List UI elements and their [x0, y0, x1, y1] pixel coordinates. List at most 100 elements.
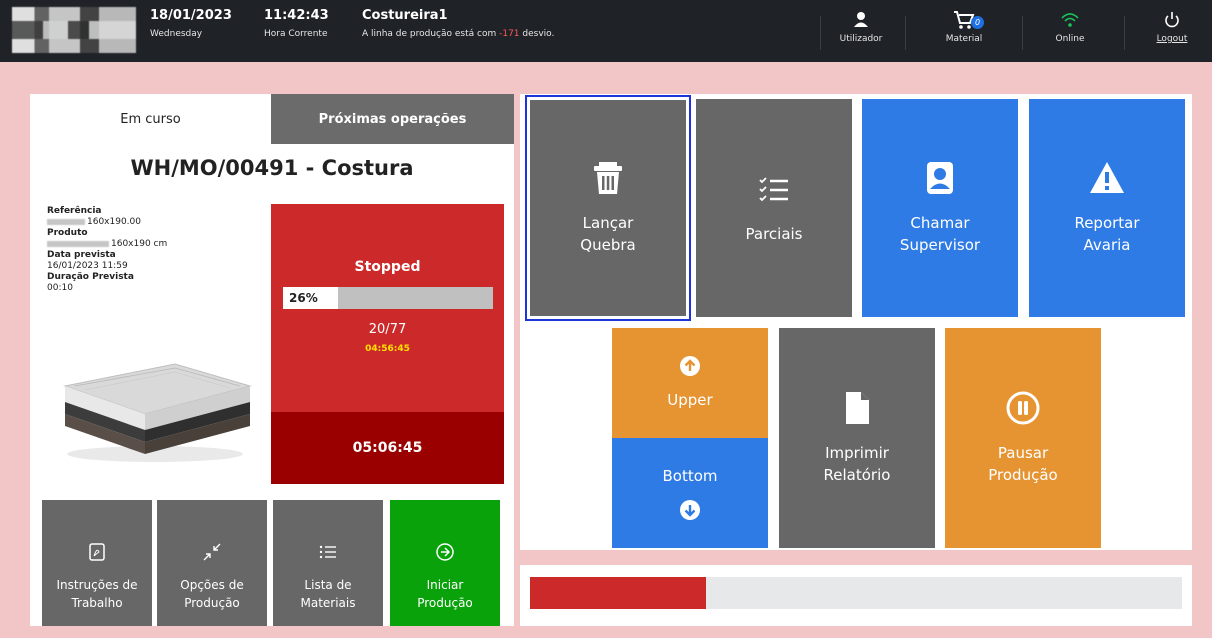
duracao-prevista-value: 00:10: [47, 283, 73, 293]
button-label-line1: Instruções de: [56, 578, 138, 592]
quantity-counter: 20/77: [368, 322, 407, 337]
referencia-label: Referência: [47, 206, 102, 216]
chamar-supervisor-button[interactable]: Chamar Supervisor: [862, 99, 1018, 317]
time-label: Hora Corrente: [264, 29, 328, 39]
elapsed-time: 04:56:45: [365, 344, 410, 354]
button-label-line1: Lançar: [582, 214, 634, 232]
message-prefix: A linha de produção está com: [362, 29, 500, 39]
logout-label: Logout: [1156, 34, 1188, 44]
arrow-down-circle-icon: [680, 500, 700, 520]
button-label-line1: Pausar: [997, 444, 1049, 462]
progress-bar: 26%: [283, 287, 493, 309]
iniciar-producao-button[interactable]: Iniciar Produção: [390, 500, 500, 626]
data-prevista-value: 16/01/2023 11:59: [47, 261, 128, 271]
produto-value: 160x190 cm: [111, 239, 168, 249]
parciais-button[interactable]: Parciais: [696, 99, 852, 317]
pausar-producao-button[interactable]: Pausar Produção: [945, 328, 1101, 548]
user-button[interactable]: Utilizador: [833, 10, 889, 44]
current-time: 11:42:43: [264, 8, 329, 23]
button-label-line2: Quebra: [580, 236, 636, 254]
time-block: 11:42:43 Hora Corrente: [264, 8, 329, 39]
warning-icon: [1090, 162, 1124, 193]
material-label: Material: [945, 34, 983, 44]
duracao-prevista-label: Duração Prevista: [47, 272, 134, 282]
reportar-avaria-button[interactable]: Reportar Avaria: [1029, 99, 1185, 317]
data-prevista-label: Data prevista: [47, 250, 116, 260]
material-button[interactable]: 0 Material: [934, 10, 994, 44]
top-bar: 18/01/2023 Wednesday 11:42:43 Hora Corre…: [0, 0, 1212, 62]
user-icon: [854, 12, 868, 27]
upper-label: Upper: [667, 391, 713, 409]
pause-circle-icon: [1006, 391, 1040, 425]
button-label-line1: Parciais: [745, 225, 803, 243]
current-date: 18/01/2023: [150, 8, 232, 23]
production-line-message: A linha de produção está com -171 desvio…: [362, 29, 554, 39]
logout-button[interactable]: Logout: [1150, 10, 1194, 44]
lancar-quebra-button[interactable]: Lançar Quebra: [525, 95, 691, 321]
person-badge-icon: [927, 162, 953, 194]
current-weekday: Wednesday: [150, 29, 203, 39]
material-count-badge: 0: [971, 16, 984, 29]
produto-row: 160x190 cm: [47, 239, 167, 250]
order-info: Referência 160x190.00 Produto 160x190 cm…: [47, 206, 167, 294]
collapse-arrows-icon: [203, 543, 221, 561]
bottom-button[interactable]: Bottom: [612, 438, 768, 548]
station-block: Costureira1 A linha de produção está com…: [362, 8, 554, 39]
total-time: 05:06:45: [271, 412, 504, 484]
separator: [820, 16, 821, 50]
button-label-line1: Chamar: [910, 214, 970, 232]
overall-progress-fill: [530, 577, 707, 609]
button-label-line2: Relatório: [823, 466, 891, 484]
separator: [1124, 16, 1125, 50]
redacted-text: [47, 218, 85, 225]
button-label-line1: Opções de: [180, 578, 244, 592]
overall-progress-panel: [520, 565, 1192, 626]
tab-proximas-operacoes[interactable]: Próximas operações: [271, 94, 514, 144]
separator: [905, 16, 906, 50]
current-operation-panel: Em curso Próximas operações WH/MO/00491 …: [30, 94, 514, 626]
wifi-icon: [1061, 13, 1079, 27]
button-label-line2: Trabalho: [71, 596, 123, 610]
arrow-circle-right-icon: [436, 543, 454, 561]
instrucoes-trabalho-button[interactable]: Instruções de Trabalho: [42, 500, 152, 626]
pdf-icon: [89, 543, 105, 561]
button-label-line1: Reportar: [1074, 214, 1140, 232]
online-label: Online: [1055, 34, 1085, 44]
manufacturing-order-title: WH/MO/00491 - Costura: [130, 156, 414, 180]
document-icon: [846, 392, 869, 424]
message-suffix: desvio.: [519, 29, 555, 39]
cart-wrapper: 0: [950, 10, 984, 30]
button-label-line1: Imprimir: [825, 444, 889, 462]
produto-label: Produto: [47, 228, 88, 238]
button-label-line2: Avaria: [1083, 236, 1131, 254]
list-icon: [319, 545, 336, 559]
trash-icon: [594, 162, 622, 194]
progress-fill: 26%: [283, 287, 338, 309]
separator: [1022, 16, 1023, 50]
overall-progress-bar: [530, 577, 1182, 609]
button-label-line1: Iniciar: [426, 578, 464, 592]
redacted-text: [47, 240, 109, 247]
button-label-line2: Produção: [417, 596, 473, 610]
station-name: Costureira1: [362, 8, 448, 23]
upper-button[interactable]: Upper: [612, 328, 768, 438]
date-block: 18/01/2023 Wednesday: [150, 8, 232, 39]
opcoes-producao-button[interactable]: Opções de Produção: [157, 500, 267, 626]
desvio-value: -171: [499, 29, 520, 39]
production-status-card: Stopped 26% 20/77 04:56:45 05:06:45: [271, 204, 504, 484]
company-logo: [12, 7, 136, 53]
lista-materiais-button[interactable]: Lista de Materiais: [273, 500, 383, 626]
button-label-line2: Produção: [184, 596, 240, 610]
bottom-label: Bottom: [662, 467, 718, 485]
power-icon: [1165, 12, 1179, 28]
referencia-value: 160x190.00: [87, 217, 141, 227]
button-label-line2: Materiais: [300, 596, 356, 610]
imprimir-relatorio-button[interactable]: Imprimir Relatório: [779, 328, 935, 548]
status-label: Stopped: [354, 259, 421, 275]
checklist-icon: [759, 177, 788, 202]
user-label: Utilizador: [839, 34, 883, 44]
button-label-line2: Produção: [988, 466, 1058, 484]
online-status: Online: [1046, 10, 1094, 44]
tab-em-curso[interactable]: Em curso: [30, 94, 271, 144]
arrow-up-circle-icon: [680, 356, 700, 376]
